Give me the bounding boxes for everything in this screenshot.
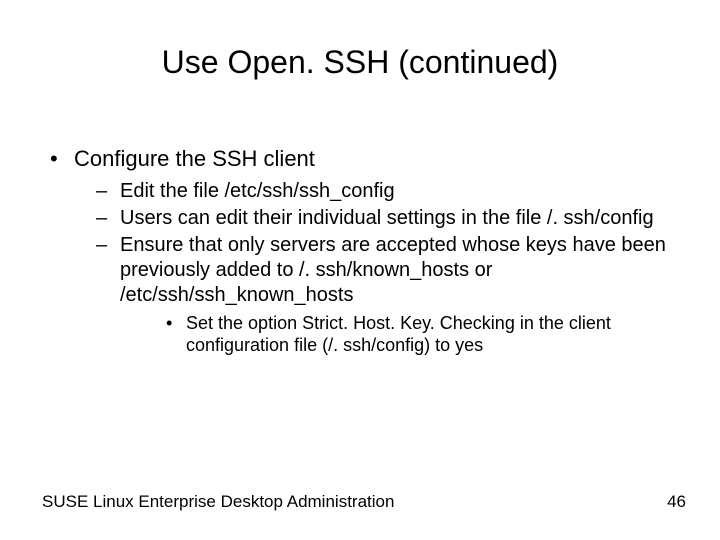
bullet-l2-item: Users can edit their individual settings…	[74, 206, 680, 231]
bullet-l2-item: Edit the file /etc/ssh/ssh_config	[74, 179, 680, 204]
slide: Use Open. SSH (continued) Configure the …	[0, 0, 720, 540]
bullet-l3-text: Set the option Strict. Host. Key. Checki…	[186, 313, 611, 356]
bullet-l2-text: Edit the file /etc/ssh/ssh_config	[120, 180, 395, 202]
bullet-list-level2: Edit the file /etc/ssh/ssh_config Users …	[74, 179, 680, 357]
bullet-l1-item: Configure the SSH client Edit the file /…	[46, 145, 680, 357]
bullet-l2-text: Ensure that only servers are accepted wh…	[120, 234, 666, 306]
bullet-l3-item: Set the option Strict. Host. Key. Checki…	[120, 312, 680, 357]
slide-body: Configure the SSH client Edit the file /…	[46, 145, 680, 363]
footer-text: SUSE Linux Enterprise Desktop Administra…	[42, 492, 394, 512]
bullet-l1-text: Configure the SSH client	[74, 146, 315, 171]
bullet-list-level3: Set the option Strict. Host. Key. Checki…	[120, 312, 680, 357]
bullet-l2-item: Ensure that only servers are accepted wh…	[74, 233, 680, 357]
slide-title: Use Open. SSH (continued)	[0, 44, 720, 81]
bullet-l2-text: Users can edit their individual settings…	[120, 207, 654, 229]
page-number: 46	[667, 492, 686, 512]
bullet-list-level1: Configure the SSH client Edit the file /…	[46, 145, 680, 357]
